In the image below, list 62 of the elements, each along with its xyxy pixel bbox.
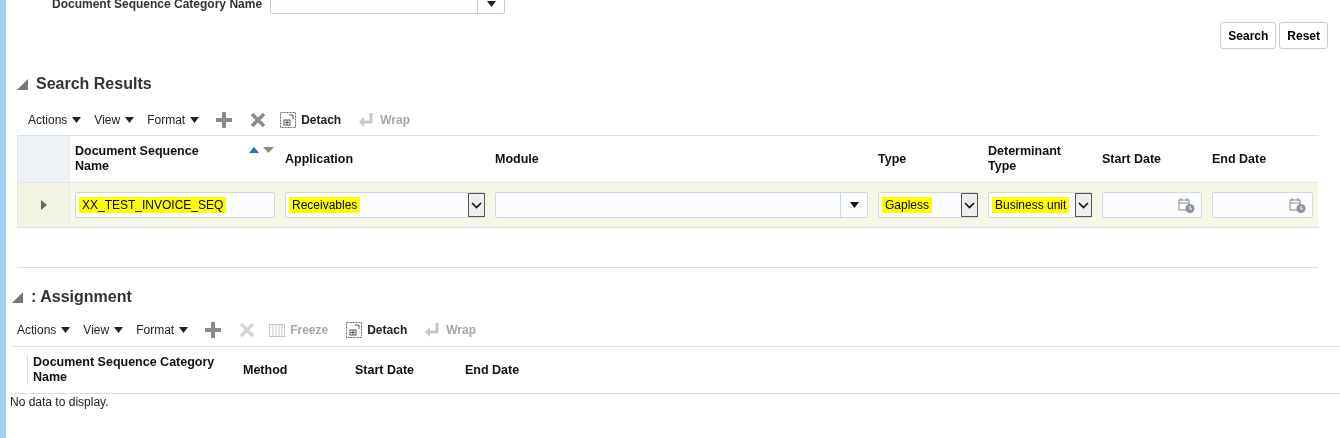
detach-icon <box>346 322 363 338</box>
select-field[interactable]: Gapless <box>878 192 978 218</box>
menu-button[interactable]: View <box>94 113 135 127</box>
cell-value: Receivables <box>289 197 361 213</box>
chevron-down-icon <box>1078 201 1089 209</box>
caret-icon <box>114 327 124 333</box>
column-header: Application <box>285 151 354 167</box>
date-field[interactable] <box>1102 192 1202 218</box>
collapse-triangle-icon[interactable] <box>12 291 23 303</box>
return-arrow-icon <box>425 322 442 338</box>
text-field[interactable]: XX_TEST_INVOICE_SEQ <box>75 192 275 218</box>
column-header: Document Sequence Name <box>75 144 200 174</box>
calendar-icon <box>1289 197 1306 213</box>
return-arrow-icon <box>359 112 376 128</box>
cell-value: Gapless <box>882 197 933 213</box>
column-header: Start Date <box>355 362 415 378</box>
empty-message: No data to display. <box>10 394 110 409</box>
calendar-icon <box>1178 197 1195 213</box>
detach-button[interactable]: Detach <box>280 112 342 128</box>
field-label: Document Sequence Category Name <box>52 0 263 11</box>
detach-icon <box>280 112 297 128</box>
column-header: Type <box>878 151 907 167</box>
caret-icon <box>179 327 189 333</box>
column-header: Start Date <box>1102 151 1162 167</box>
caret-icon <box>849 202 859 208</box>
caret-icon <box>486 1 496 7</box>
caret-icon <box>190 117 200 123</box>
column-header: End Date <box>465 362 520 378</box>
collapse-triangle-icon[interactable] <box>17 78 28 90</box>
sort-arrows-icon[interactable] <box>249 146 275 154</box>
section-title: Search Results <box>36 75 152 93</box>
caret-icon <box>61 327 71 333</box>
menu-button[interactable]: View <box>83 323 124 337</box>
category-name-field[interactable] <box>270 0 506 14</box>
cell-value: Business unit <box>992 197 1070 213</box>
column-header: Method <box>243 362 288 378</box>
choice-field[interactable] <box>495 192 868 218</box>
menu-button[interactable]: Actions <box>17 323 71 337</box>
column-header: Module <box>495 151 539 167</box>
search-button[interactable]: Search <box>1220 22 1277 49</box>
detach-button[interactable]: Detach <box>346 322 408 338</box>
menu-button[interactable]: Format <box>147 113 200 127</box>
caret-icon <box>72 117 82 123</box>
add-icon[interactable] <box>216 112 233 128</box>
menu-button[interactable]: Actions <box>28 113 82 127</box>
expand-triangle-icon[interactable] <box>40 200 47 210</box>
select-field[interactable]: Business unit <box>988 192 1092 218</box>
cell-value: XX_TEST_INVOICE_SEQ <box>79 197 227 213</box>
caret-icon <box>125 117 135 123</box>
select-field[interactable]: Receivables <box>285 192 485 218</box>
column-header: End Date <box>1212 151 1267 167</box>
column-header: Determinant Type <box>988 144 1062 174</box>
reset-button[interactable]: Reset <box>1279 22 1328 49</box>
chevron-down-icon <box>471 201 482 209</box>
section-title: : Assignment <box>31 288 132 306</box>
column-header: Document Sequence Category Name <box>33 355 216 385</box>
delete-icon[interactable] <box>250 112 267 128</box>
date-field[interactable] <box>1212 192 1313 218</box>
columns-icon <box>269 322 286 338</box>
menu-button[interactable]: Format <box>136 323 189 337</box>
chevron-down-icon <box>964 201 975 209</box>
add-icon[interactable] <box>205 322 222 338</box>
